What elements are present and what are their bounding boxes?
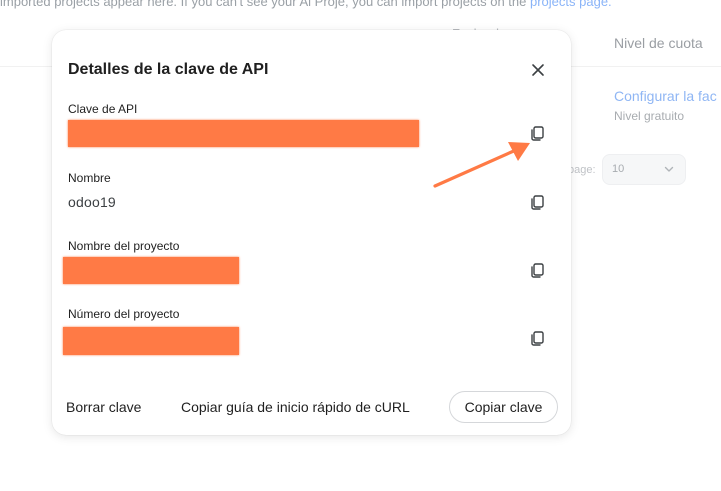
rows-per-page-label: page:: [568, 164, 596, 176]
project-number-value-redacted: [63, 327, 239, 355]
copy-name-button[interactable]: [527, 192, 547, 212]
chevron-down-icon: [664, 166, 674, 172]
close-button[interactable]: [528, 60, 548, 80]
name-value: odoo19: [68, 194, 116, 210]
api-key-details-dialog: Detalles de la clave de API Clave de API…: [52, 30, 571, 435]
projects-page-link[interactable]: projects page.: [530, 0, 612, 9]
background-info-text: imported projects appear here. If you ca…: [0, 0, 721, 9]
rows-per-page-value: 10: [612, 163, 625, 175]
copy-curl-quickstart-button[interactable]: Copiar guía de inicio rápido de cURL: [181, 399, 410, 415]
column-header-quota-tier: Nivel de cuota: [614, 35, 703, 51]
dialog-title: Detalles de la clave de API: [68, 61, 269, 78]
copy-project-name-button[interactable]: [527, 260, 547, 280]
project-number-label: Número del proyecto: [68, 307, 180, 321]
api-key-value-redacted: [68, 120, 419, 147]
annotation-arrow-icon: [433, 142, 530, 188]
project-name-label: Nombre del proyecto: [68, 239, 180, 253]
quota-tier-value: Nivel gratuito: [614, 109, 685, 123]
copy-icon: [531, 195, 544, 210]
rows-per-page-select[interactable]: 10: [602, 154, 686, 185]
copy-project-number-button[interactable]: [527, 328, 547, 348]
dialog-footer: Borrar clave Copiar guía de inicio rápid…: [52, 391, 571, 423]
copy-icon: [531, 263, 544, 278]
api-key-label: Clave de API: [68, 102, 138, 116]
configure-billing-link[interactable]: Configurar la fac: [614, 88, 717, 104]
delete-key-button[interactable]: Borrar clave: [66, 399, 141, 415]
background-info-copy: imported projects appear here. If you ca…: [0, 0, 527, 9]
copy-icon: [531, 331, 544, 346]
copy-key-button[interactable]: Copiar clave: [449, 391, 558, 423]
name-label: Nombre: [68, 171, 111, 185]
project-name-value-redacted: [63, 257, 239, 284]
close-icon: [532, 64, 544, 76]
